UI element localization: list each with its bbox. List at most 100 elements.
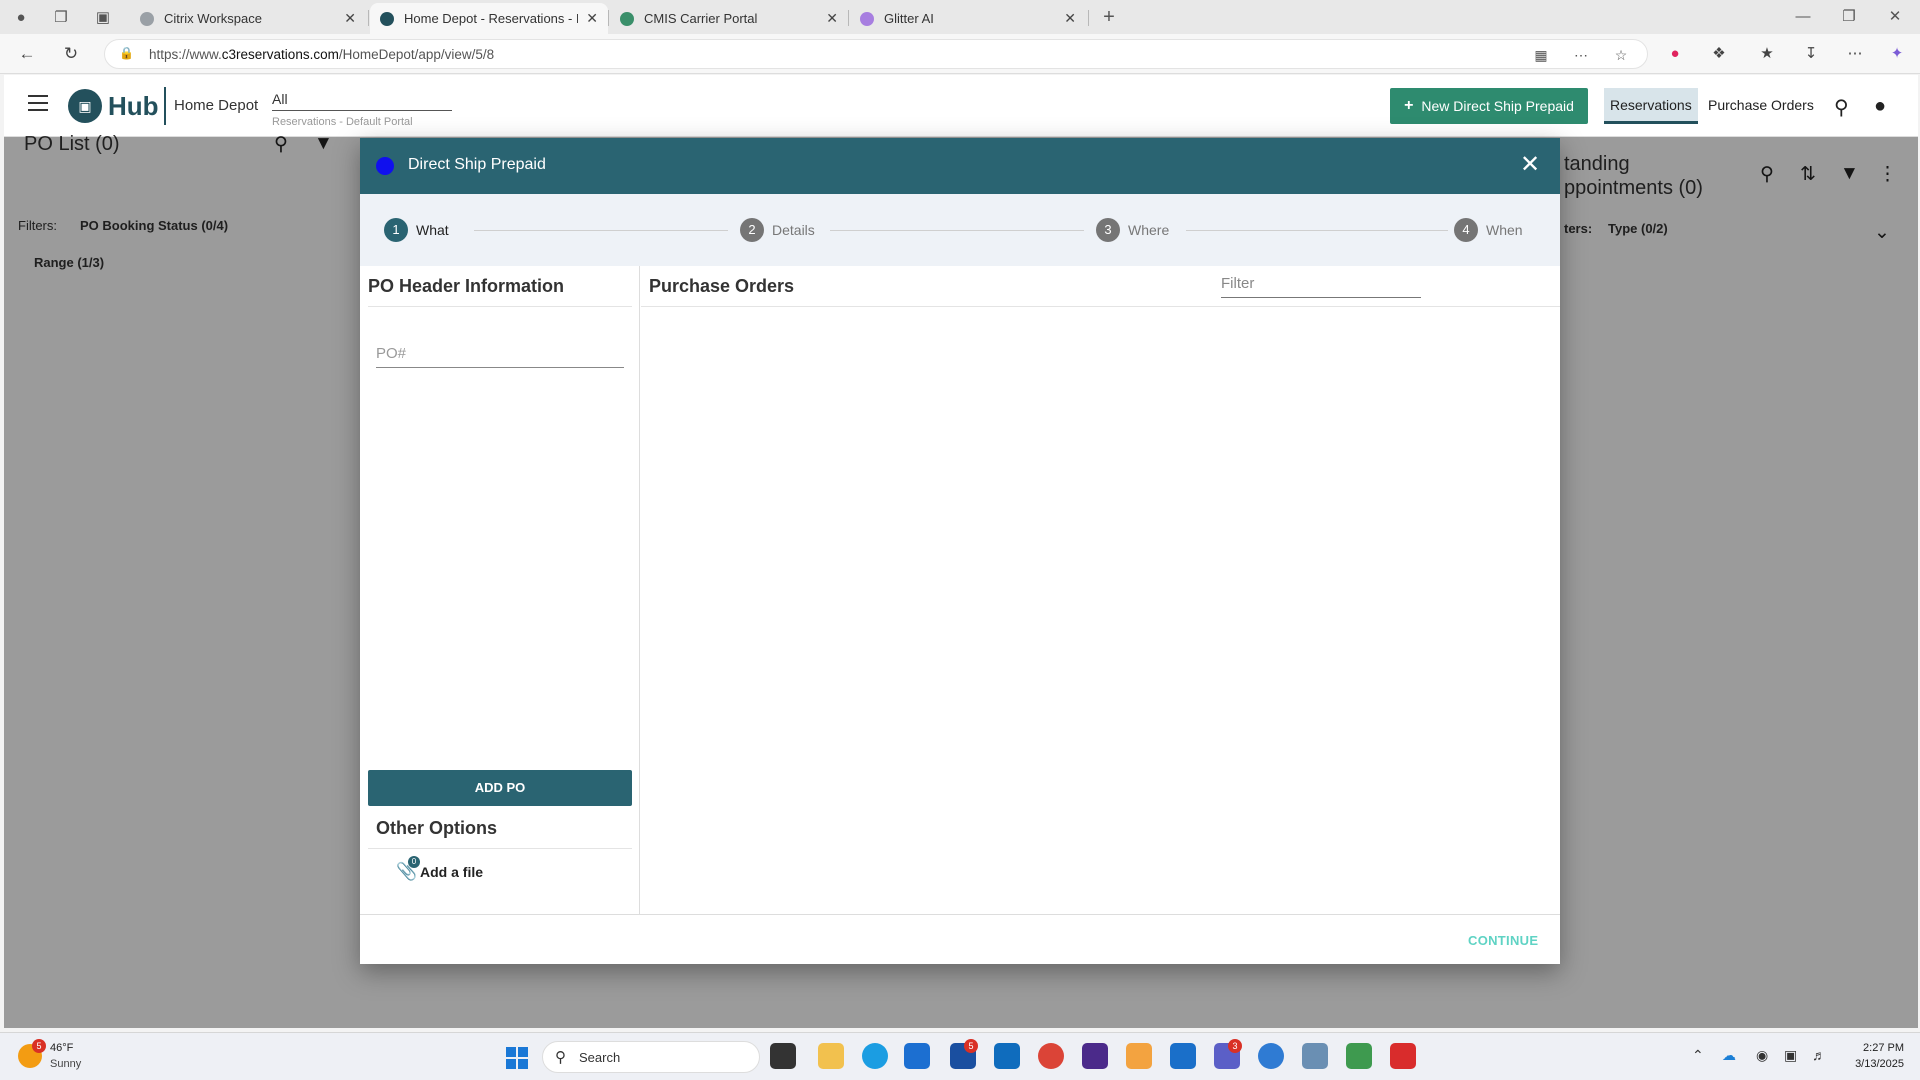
tab-glitter-ai[interactable]: Glitter AI ✕ [850, 3, 1086, 34]
menu-icon[interactable] [28, 95, 48, 111]
clock-date[interactable]: 3/13/2025 [1846, 1058, 1904, 1070]
step-connector [830, 230, 1084, 231]
tab-cmis-carrier-portal[interactable]: CMIS Carrier Portal ✕ [610, 3, 848, 34]
microphone-icon[interactable]: ◉ [1756, 1047, 1768, 1064]
edge-icon[interactable] [862, 1043, 888, 1069]
tab-separator [848, 10, 849, 26]
volume-icon[interactable]: ♬ [1812, 1047, 1826, 1063]
direct-ship-prepaid-dialog: Direct Ship Prepaid ✕ 1 What 2 Details 3… [360, 138, 1560, 964]
nav-reservations[interactable]: Reservations [1604, 88, 1698, 124]
app-header: ▣ Hub Home Depot All Reservations - Defa… [4, 75, 1918, 137]
store-icon[interactable] [904, 1043, 930, 1069]
connection-icon[interactable] [1302, 1043, 1328, 1069]
filter-input[interactable] [1221, 270, 1421, 298]
chrome-icon[interactable] [1038, 1043, 1064, 1069]
cmis-favicon-icon [620, 11, 634, 26]
network-icon[interactable]: ▣ [1784, 1047, 1797, 1064]
weather-description[interactable]: Sunny [50, 1058, 81, 1070]
workspaces-icon[interactable]: ❐ [50, 6, 72, 28]
new-direct-ship-prepaid-button[interactable]: + New Direct Ship Prepaid [1390, 88, 1588, 124]
windows-start-icon[interactable] [506, 1047, 528, 1069]
weather-badge: 5 [32, 1039, 46, 1053]
downloads-icon[interactable]: ↧ [1800, 43, 1822, 65]
taskbar-search[interactable]: ⚲ Search [542, 1041, 760, 1073]
tray-chevron-up-icon[interactable]: ⌃ [1692, 1047, 1704, 1064]
quickassist-icon[interactable] [1082, 1043, 1108, 1069]
profile-icon[interactable]: ● [10, 6, 32, 28]
favorites-icon[interactable]: ★ [1756, 43, 1778, 65]
outlook-icon[interactable] [994, 1043, 1020, 1069]
divider [368, 848, 632, 849]
browser-app-icon[interactable] [1258, 1043, 1284, 1069]
close-window-icon[interactable]: ✕ [1882, 6, 1908, 28]
minimize-icon[interactable]: — [1790, 6, 1816, 28]
po-header-title: PO Header Information [368, 276, 565, 296]
weather-temperature[interactable]: 46°F [50, 1042, 73, 1054]
extensions-puzzle-icon[interactable]: ❖ [1708, 43, 1730, 65]
refresh-icon[interactable]: ↻ [60, 43, 82, 65]
close-tab-icon[interactable]: ✕ [826, 10, 838, 27]
onedrive-icon[interactable]: ☁ [1722, 1047, 1736, 1064]
portal-select[interactable]: All [272, 91, 452, 111]
new-tab-icon[interactable]: + [1098, 6, 1120, 28]
copilot-icon[interactable]: ✦ [1886, 43, 1908, 65]
tab-separator [608, 10, 609, 26]
lock-icon[interactable]: 🔒 [119, 46, 134, 60]
dialog-title: Direct Ship Prepaid [408, 156, 546, 173]
tab-title: Home Depot - Reservations - Def [404, 11, 579, 26]
step-where[interactable]: 3 Where [1096, 218, 1169, 242]
more-options-icon[interactable]: ⋯ [1844, 43, 1866, 65]
glitter-favicon-icon [860, 11, 874, 26]
address-bar[interactable]: 🔒 https://www.c3reservations.com/HomeDep… [104, 39, 1648, 69]
user-icon[interactable]: ● [1874, 95, 1886, 118]
tab-citrix-workspace[interactable]: Citrix Workspace ✕ [130, 3, 366, 34]
remote-desktop-icon[interactable] [1170, 1043, 1196, 1069]
add-po-button[interactable]: ADD PO [368, 770, 632, 806]
tab-separator [368, 10, 369, 26]
continue-button[interactable]: CONTINUE [1468, 933, 1538, 948]
step-when[interactable]: 4 When [1454, 218, 1523, 242]
close-tab-icon[interactable]: ✕ [586, 10, 598, 27]
browser-toolbar: ← ↻ 🔒 https://www.c3reservations.com/Hom… [0, 34, 1920, 74]
file-explorer-icon[interactable] [818, 1043, 844, 1069]
step-label: When [1486, 222, 1523, 238]
favorite-star-icon[interactable]: ☆ [1611, 45, 1631, 65]
hub-favicon-icon [380, 11, 394, 26]
close-tab-icon[interactable]: ✕ [1064, 10, 1076, 27]
add-file-button[interactable]: 📎 0 Add a file [396, 856, 484, 882]
tab-home-depot-reservations[interactable]: Home Depot - Reservations - Def ✕ [370, 3, 608, 34]
po-number-input[interactable] [376, 340, 624, 368]
nav-purchase-orders[interactable]: Purchase Orders [1708, 88, 1814, 124]
search-icon[interactable]: ⚲ [1834, 95, 1849, 120]
acrobat-icon[interactable] [1390, 1043, 1416, 1069]
logo-divider [164, 87, 166, 125]
step-what[interactable]: 1 What [384, 218, 449, 242]
status-dot-icon [376, 157, 394, 175]
file-count-badge: 0 [408, 856, 420, 868]
extension-icon[interactable]: ● [1664, 43, 1686, 65]
citrix-icon[interactable] [1126, 1043, 1152, 1069]
purchase-orders-title: Purchase Orders [649, 276, 795, 296]
url-path: /HomeDepot/app/view/5/8 [338, 47, 495, 62]
close-icon[interactable]: ✕ [1520, 150, 1540, 179]
other-options-title: Other Options [376, 818, 497, 838]
back-icon[interactable]: ← [16, 43, 38, 65]
step-number: 1 [384, 218, 408, 242]
clock-time[interactable]: 2:27 PM [1856, 1042, 1904, 1054]
step-label: Where [1128, 222, 1170, 238]
url-text[interactable]: https://www.c3reservations.com/HomeDepot… [149, 47, 494, 62]
notification-badge: 3 [1228, 1039, 1242, 1053]
tab-actions-icon[interactable]: ▣ [92, 6, 114, 28]
close-tab-icon[interactable]: ✕ [344, 10, 356, 27]
step-number: 4 [1454, 218, 1478, 242]
hub-logo-text: Hub [108, 91, 159, 121]
restore-icon[interactable]: ❐ [1836, 6, 1862, 28]
task-view-icon[interactable] [770, 1043, 796, 1069]
tab-title: CMIS Carrier Portal [644, 11, 758, 26]
add-file-label: Add a file [420, 864, 484, 880]
app-available-icon[interactable]: ▦ [1531, 45, 1551, 65]
step-details[interactable]: 2 Details [740, 218, 815, 242]
read-aloud-icon[interactable]: ⋯ [1571, 45, 1591, 65]
palette-app-icon[interactable] [1346, 1043, 1372, 1069]
org-name: Home Depot [174, 97, 259, 114]
